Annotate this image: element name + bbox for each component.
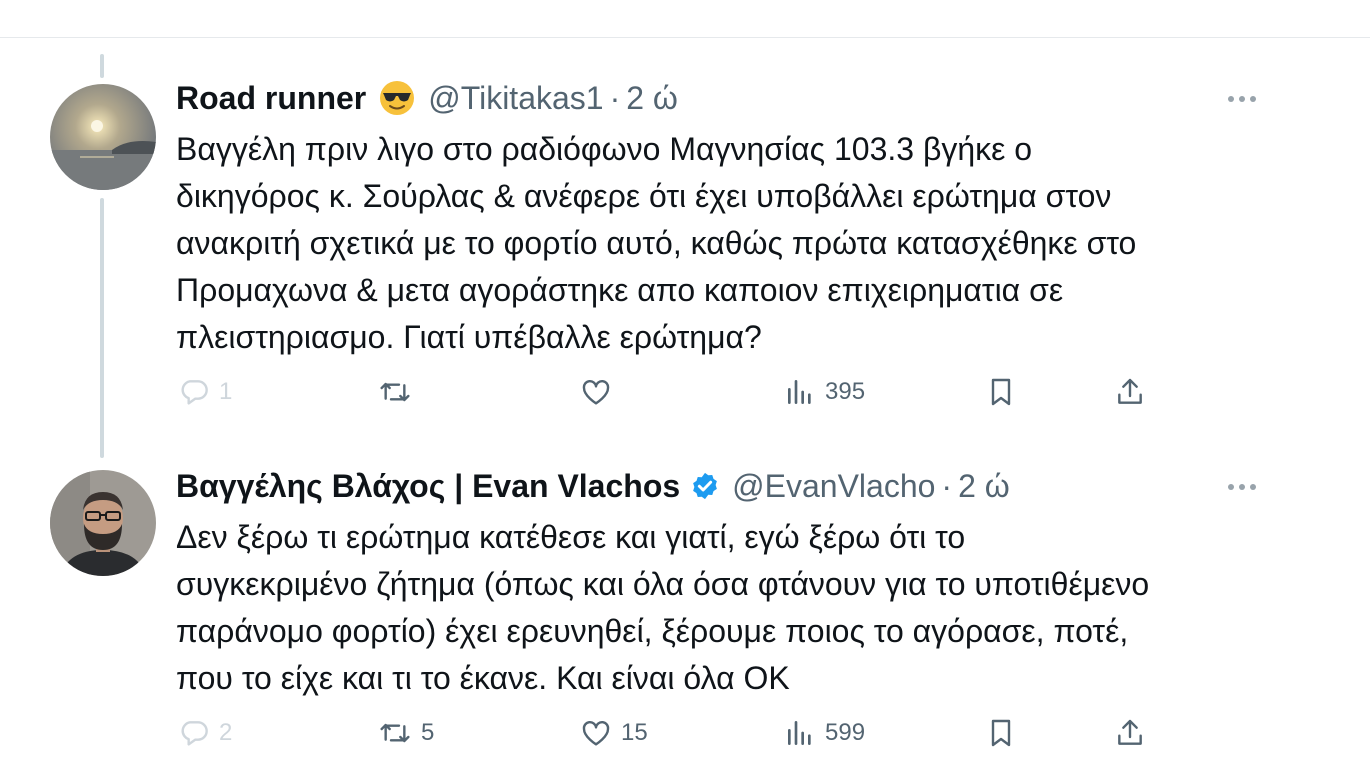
text-line: πλειστηριασμο. Γιατί υπέβαλλε ερώτημα? xyxy=(176,319,762,355)
retweet-icon xyxy=(380,723,410,743)
share-icon xyxy=(1118,378,1142,404)
text-line: Δεν ξέρω τι ερώτημα κατέθεσε και γιατί, … xyxy=(176,519,966,555)
share-button[interactable] xyxy=(1114,717,1146,749)
separator-dot: · xyxy=(941,468,953,504)
separator-dot: · xyxy=(609,80,621,116)
heart-icon xyxy=(582,721,610,746)
bookmark-button[interactable] xyxy=(985,717,1017,749)
retweet-count: 5 xyxy=(421,719,435,746)
timestamp[interactable]: 2 ώ xyxy=(626,78,678,118)
display-name[interactable]: Βαγγέλης Βλάχος | Evan Vlachos xyxy=(176,466,680,506)
text-line: παράνομο φορτίο) έχει ερευνηθεί, ξέρουμε… xyxy=(176,613,1129,649)
reply-button[interactable]: 1 xyxy=(178,376,232,408)
like-button[interactable]: 15 xyxy=(580,717,648,749)
text-line: Βαγγέλη πριν λιγο στο ραδιόφωνο Μαγνησία… xyxy=(176,131,1033,167)
reply-count: 2 xyxy=(219,719,233,746)
thread-line xyxy=(100,198,104,458)
like-button[interactable] xyxy=(580,376,621,408)
more-icon[interactable] xyxy=(1228,96,1256,102)
retweet-button[interactable]: 5 xyxy=(378,717,434,749)
tweet-header: Road runner @Tikitakas1 · 2 ώ xyxy=(176,78,678,118)
display-name[interactable]: Road runner xyxy=(176,78,366,118)
thread-line-top xyxy=(100,54,104,78)
tweet-text: Βαγγέλη πριν λιγο στο ραδιόφωνο Μαγνησία… xyxy=(176,126,1276,361)
text-line: συγκεκριμένο ζήτημα (όπως και όλα όσα φτ… xyxy=(176,566,1150,602)
top-divider xyxy=(0,37,1370,38)
text-line: ανακριτή σχετικά με το φορτίο αυτό, καθώ… xyxy=(176,225,1137,261)
bookmark-icon xyxy=(991,719,1011,747)
verified-badge-icon xyxy=(690,471,720,501)
more-icon[interactable] xyxy=(1228,484,1256,490)
reply-icon xyxy=(181,721,208,746)
view-count: 599 xyxy=(825,719,866,746)
tweet-text: Δεν ξέρω τι ερώτημα κατέθεσε και γιατί, … xyxy=(176,514,1276,702)
tweet-header: Βαγγέλης Βλάχος | Evan Vlachos @EvanVlac… xyxy=(176,466,1010,506)
bookmark-icon xyxy=(991,378,1011,406)
text-line: δικηγόρος κ. Σούρλας & ανέφερε ότι έχει … xyxy=(176,178,1112,214)
views-button[interactable]: 395 xyxy=(784,376,865,408)
avatar-evan-vlachos[interactable] xyxy=(50,470,156,576)
like-count: 15 xyxy=(621,719,648,746)
retweet-button[interactable] xyxy=(378,376,421,408)
bookmark-button[interactable] xyxy=(985,376,1017,408)
sunglasses-emoji-icon xyxy=(378,79,416,117)
retweet-icon xyxy=(380,382,410,402)
share-icon xyxy=(1118,719,1142,745)
user-handle[interactable]: @Tikitakas1 xyxy=(428,78,603,118)
heart-icon xyxy=(582,380,610,405)
reply-count: 1 xyxy=(219,378,233,405)
share-button[interactable] xyxy=(1114,376,1146,408)
text-line: Προμαχωνα & μετα αγοράστηκε απο καποιον … xyxy=(176,272,1064,308)
views-button[interactable]: 599 xyxy=(784,717,865,749)
reply-button[interactable]: 2 xyxy=(178,717,232,749)
avatar-road-runner[interactable] xyxy=(50,84,156,190)
view-count: 395 xyxy=(825,378,866,405)
text-line: που το είχε και τι το έκανε. Και είναι ό… xyxy=(176,660,790,696)
views-icon xyxy=(788,380,811,404)
reply-icon xyxy=(181,380,208,405)
user-handle[interactable]: @EvanVlacho xyxy=(732,466,935,506)
timestamp[interactable]: 2 ώ xyxy=(958,466,1010,506)
views-icon xyxy=(788,721,811,745)
